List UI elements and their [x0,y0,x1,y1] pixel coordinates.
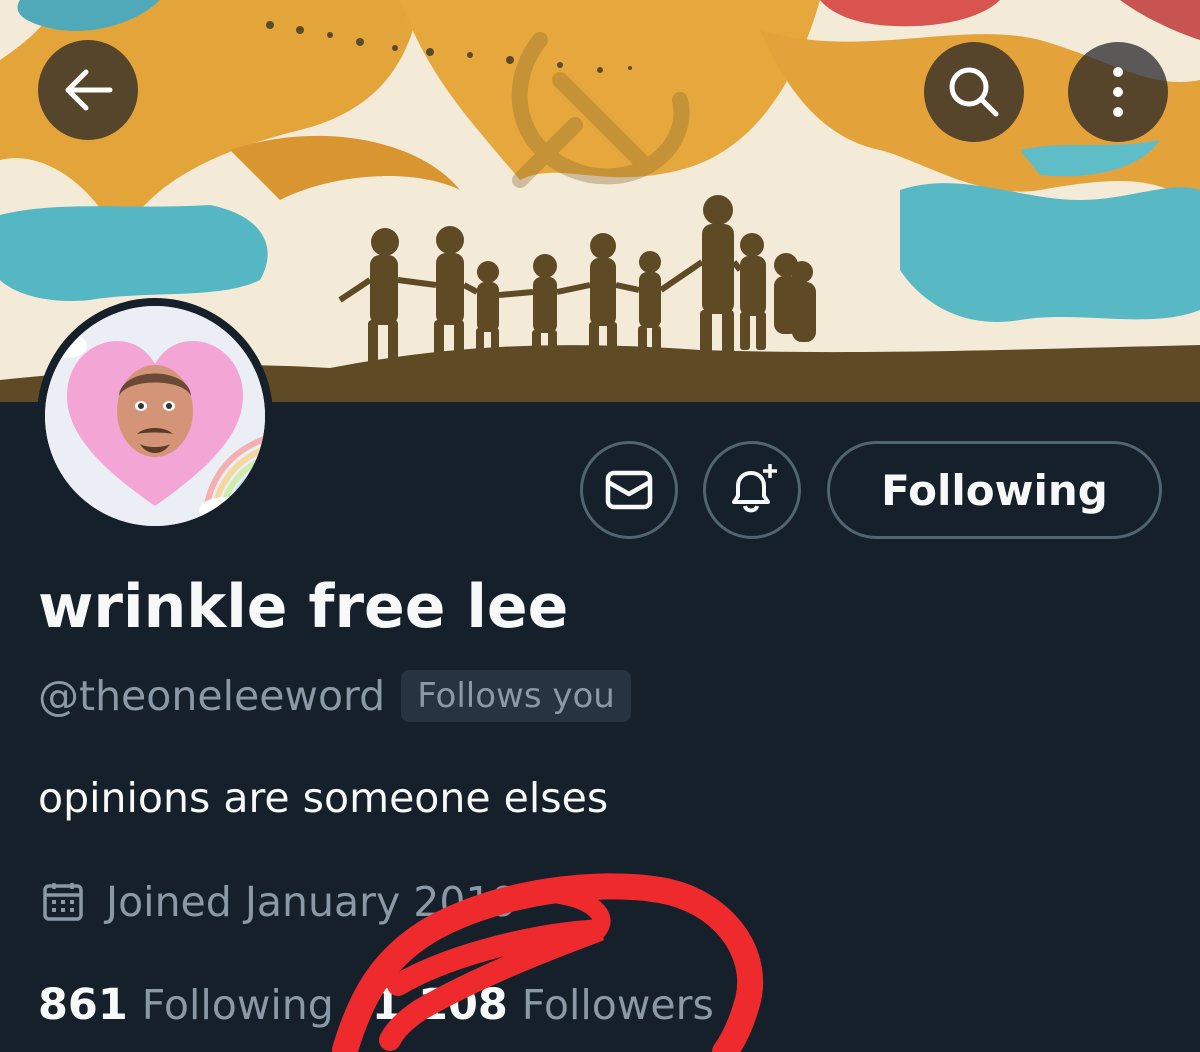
display-name: wrinkle free lee [38,572,569,642]
handle-row: @theoneleeword Follows you [38,666,631,726]
followers-count[interactable]: 1,108 [372,980,508,1030]
following-label[interactable]: Following [142,981,334,1029]
joined-date: Joined January 2019 [42,878,518,926]
avatar-image [45,306,265,526]
bio: opinions are someone elses [38,774,609,822]
followers-label[interactable]: Followers [522,981,714,1029]
following-button[interactable]: Following [827,441,1162,539]
joined-text: Joined January 2019 [106,878,518,926]
back-button[interactable] [38,40,138,140]
follow-stats: 861 Following 1,108 Followers [38,980,714,1030]
more-vertical-icon [1113,67,1123,117]
more-options-button[interactable] [1068,42,1168,142]
back-arrow-icon [65,69,113,111]
notifications-button[interactable] [703,441,801,539]
search-icon [949,67,999,117]
user-handle: @theoneleeword [38,672,386,720]
follows-you-badge: Follows you [401,670,631,722]
avatar[interactable] [37,298,273,534]
message-button[interactable] [580,441,678,539]
bell-plus-icon [732,464,777,513]
calendar-icon [43,883,83,921]
envelope-icon [605,470,653,510]
following-count[interactable]: 861 [38,980,128,1030]
search-button[interactable] [924,42,1024,142]
